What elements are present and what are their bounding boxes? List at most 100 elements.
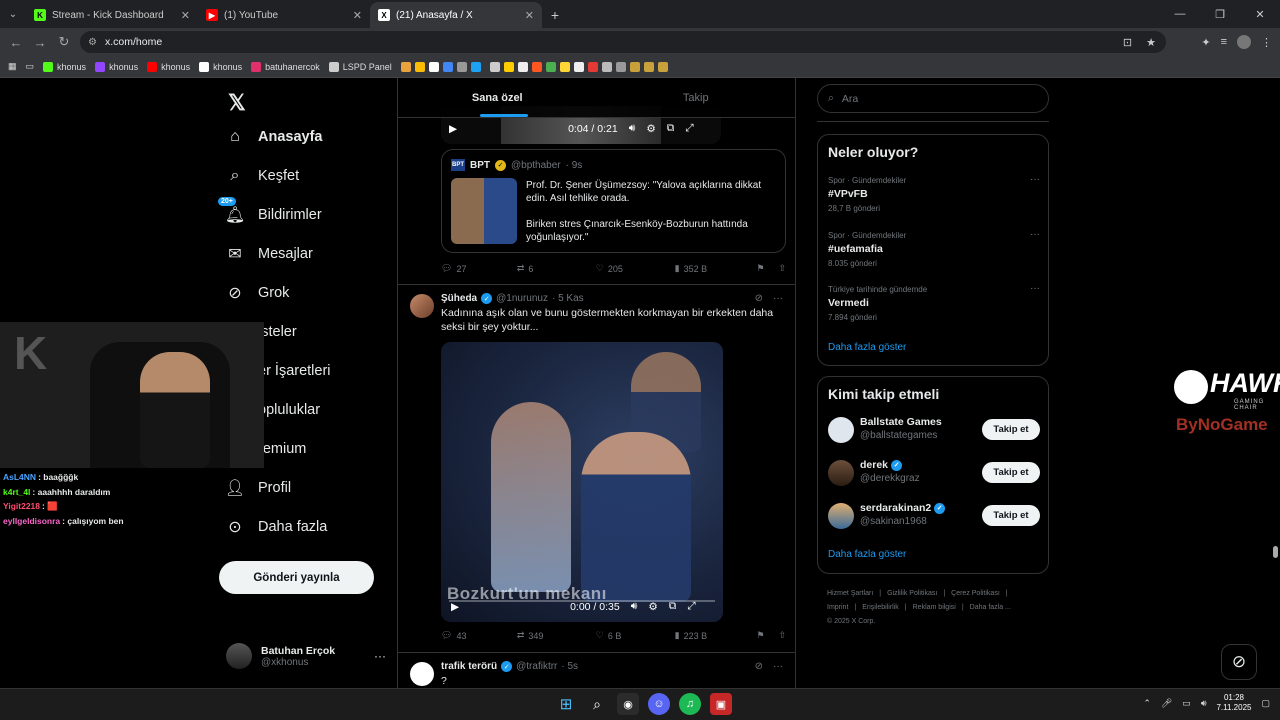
search-icon[interactable]: ⌕ xyxy=(586,693,608,715)
footer-link[interactable]: Gizlilik Politikası xyxy=(887,590,937,597)
quoted-post[interactable]: BPT BPT ✓ @bpthaber · 9s Prof. Dr. Şener… xyxy=(441,149,786,253)
show-more-follow-link[interactable]: Daha fazla göster xyxy=(828,549,906,560)
post[interactable]: trafik terörü ✓ @trafiktrr · 5s ⊘ ··· ? xyxy=(398,652,795,688)
footer-link[interactable]: Reklam bilgisi xyxy=(913,604,956,611)
chevron-up-icon[interactable]: ⌃ xyxy=(1143,698,1151,709)
tab-for-you[interactable]: Sana özel xyxy=(398,78,597,117)
tab-search-button[interactable]: ⌄ xyxy=(0,0,26,28)
show-more-trends-link[interactable]: Daha fazla göster xyxy=(828,342,906,353)
bookmark-lspd[interactable]: LSPD Panel xyxy=(328,61,392,72)
site-info-icon[interactable]: ⚙ xyxy=(88,37,97,48)
bookmark-kick[interactable]: khonus xyxy=(43,61,86,72)
star-icon[interactable]: ★ xyxy=(1146,36,1156,49)
bookmark-post-icon[interactable]: ⚑ xyxy=(757,263,779,274)
reply-button[interactable]: 💬︎ 27 xyxy=(441,263,517,274)
chrome-icon[interactable]: ◉ xyxy=(617,693,639,715)
new-tab-button[interactable]: + xyxy=(542,2,568,28)
scrollbar-thumb[interactable] xyxy=(1273,546,1278,558)
video-player[interactable]: Bozkurt'un mekanı ▶ 0:00 / 0:35 🔊︎ ⚙ ⧉ ⤢ xyxy=(441,342,723,622)
reply-button[interactable]: 💬︎ 43 xyxy=(441,630,517,641)
app-icon[interactable]: ▣ xyxy=(710,693,732,715)
play-icon[interactable]: ▶ xyxy=(451,601,459,613)
follow-suggestion[interactable]: Ballstate Games @ballstategames Takip et xyxy=(828,415,1040,445)
trend-item[interactable]: Türkiye tarihinde gündemde Vermedi 7.894… xyxy=(828,283,1040,322)
bookmark-x[interactable]: khonus xyxy=(199,61,242,72)
minimize-icon[interactable]: — xyxy=(1160,0,1200,28)
fullscreen-icon[interactable]: ⤢ xyxy=(687,600,695,613)
more-icon[interactable]: ··· xyxy=(773,661,783,672)
more-icon[interactable]: ··· xyxy=(1030,283,1040,294)
grok-icon[interactable]: ⊘ xyxy=(755,661,763,672)
x-logo-icon[interactable]: 𝕏 xyxy=(228,90,246,116)
footer-link[interactable]: Hizmet Şartları xyxy=(827,590,873,597)
follow-button[interactable]: Takip et xyxy=(982,462,1040,483)
like-button[interactable]: ♡ 205 xyxy=(596,263,675,274)
spotify-icon[interactable]: ♫ xyxy=(679,693,701,715)
more-icon[interactable]: ··· xyxy=(1030,174,1040,185)
search-input[interactable]: ⌕ Ara xyxy=(817,84,1049,113)
views-button[interactable]: ▮ 223 B xyxy=(675,630,757,641)
repost-button[interactable]: ⇄ 349 xyxy=(517,630,596,641)
profile-avatar[interactable] xyxy=(1237,35,1251,49)
share-icon[interactable]: ⇧ xyxy=(778,630,786,641)
repost-button[interactable]: ⇄ 6 xyxy=(517,263,596,274)
apps-icon[interactable]: ▦ xyxy=(8,61,17,72)
url-input[interactable]: ⚙ x.com/home ⊡ ★ xyxy=(80,31,1166,53)
bookmark-post-icon[interactable]: ⚑ xyxy=(757,630,779,641)
trend-item[interactable]: Spor · Gündemdekiler #VPvFB 28,7 B gönde… xyxy=(828,174,1040,213)
folder-icon[interactable]: ▭ xyxy=(26,61,35,72)
like-button[interactable]: ♡ 6 B xyxy=(596,630,675,641)
follow-button[interactable]: Takip et xyxy=(982,419,1040,440)
discord-icon[interactable]: ☺ xyxy=(648,693,670,715)
grok-floating-button[interactable]: ⊘ xyxy=(1221,644,1257,680)
post-button[interactable]: Gönderi yayınla xyxy=(219,561,374,594)
follow-button[interactable]: Takip et xyxy=(982,505,1040,526)
footer-link[interactable]: Çerez Politikası xyxy=(951,590,1000,597)
follow-suggestion[interactable]: derek ✓ @derekkgraz Takip et xyxy=(828,458,1040,488)
more-icon[interactable]: ··· xyxy=(773,293,783,304)
grok-icon[interactable]: ⊘ xyxy=(755,293,763,304)
views-button[interactable]: ▮ 352 B xyxy=(675,263,757,274)
notifications-icon[interactable]: ▢ xyxy=(1261,698,1270,709)
volume-icon[interactable]: 🔊︎ xyxy=(629,122,636,135)
restore-icon[interactable]: ❐ xyxy=(1200,0,1240,28)
bookmark-icons[interactable] xyxy=(400,61,481,72)
settings-icon[interactable]: ⚙ xyxy=(648,601,657,613)
back-icon[interactable]: ← xyxy=(4,30,28,54)
media-icon[interactable]: ≡ xyxy=(1221,36,1227,48)
network-icon[interactable]: ▭ xyxy=(1182,698,1191,709)
minimize-player-icon[interactable]: ⧉ xyxy=(669,600,677,613)
microphone-icon[interactable]: 🎤︎ xyxy=(1161,698,1172,709)
account-switcher[interactable]: Batuhan Erçok @xkhonus ··· xyxy=(226,643,386,669)
footer-link[interactable]: Erişilebilirlik xyxy=(862,604,899,611)
volume-icon[interactable]: 🔊︎ xyxy=(631,600,638,613)
nav-messages[interactable]: ✉ Mesajlar xyxy=(226,245,313,263)
play-icon[interactable]: ▶ xyxy=(449,123,457,135)
clock[interactable]: 01:28 7.11.2025 xyxy=(1216,693,1251,713)
tab-following[interactable]: Takip xyxy=(597,78,796,117)
extensions-icon[interactable]: ✦ xyxy=(1201,36,1210,49)
minimize-player-icon[interactable]: ⧉ xyxy=(667,122,675,135)
footer-link[interactable]: Daha fazla ... xyxy=(970,604,1011,611)
tab-youtube[interactable]: ▶ (1) YouTube ✕ xyxy=(198,2,370,28)
bookmark-twitch[interactable]: khonus xyxy=(95,61,138,72)
volume-icon[interactable]: 🔊︎ xyxy=(1201,698,1207,709)
bookmark-youtube[interactable]: khonus xyxy=(147,61,190,72)
windows-start-icon[interactable]: ⊞ xyxy=(555,693,577,715)
follow-suggestion[interactable]: serdarakinan2 ✓ @sakinan1968 Takip et xyxy=(828,501,1040,531)
share-icon[interactable]: ⇧ xyxy=(778,263,786,274)
reload-icon[interactable]: ↻ xyxy=(52,30,76,54)
bookmark-instagram[interactable]: batuhanercok xyxy=(251,61,320,72)
close-icon[interactable]: ✕ xyxy=(181,9,190,22)
close-icon[interactable]: ✕ xyxy=(525,9,534,22)
nav-home[interactable]: ⌂ Anasayfa xyxy=(226,128,322,146)
trend-item[interactable]: Spor · Gündemdekiler #uefamafia 8.035 gö… xyxy=(828,229,1040,268)
tab-x[interactable]: X (21) Anasayfa / X ✕ xyxy=(370,2,542,28)
forward-icon[interactable]: → xyxy=(28,30,52,54)
bookmark-icons-2[interactable] xyxy=(489,61,668,72)
nav-notifications[interactable]: 🔔︎ 20+ Bildirimler xyxy=(218,197,322,224)
menu-icon[interactable]: ⋮ xyxy=(1261,36,1272,49)
tab-kick[interactable]: K Stream - Kick Dashboard ✕ xyxy=(26,2,198,28)
settings-icon[interactable]: ⚙ xyxy=(646,123,655,135)
fullscreen-icon[interactable]: ⤢ xyxy=(685,122,693,135)
